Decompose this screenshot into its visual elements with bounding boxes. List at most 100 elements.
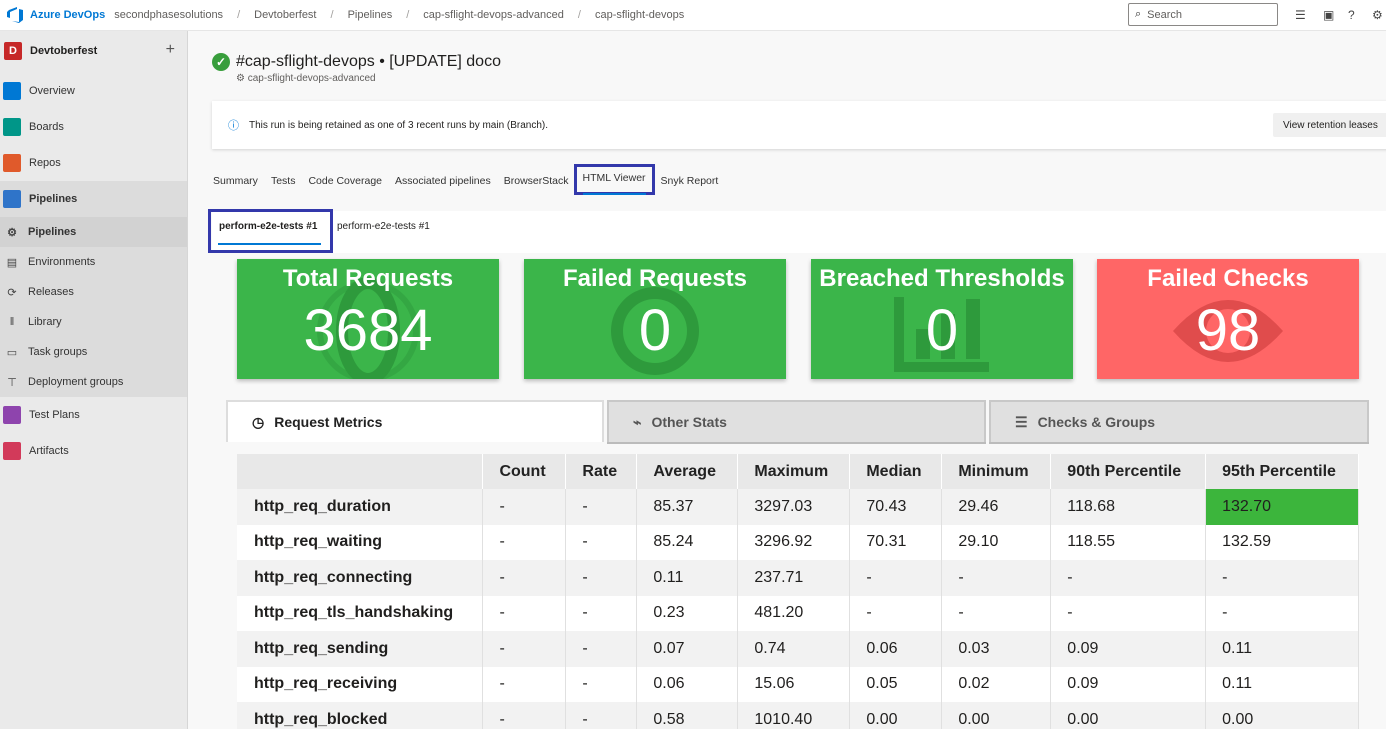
metric-value-cell: - [849,560,943,596]
metric-value-cell: - [565,595,638,631]
metric-value-cell: 0.00 [1050,702,1207,729]
sidebar-item-label: Pipelines [29,193,78,205]
report-subtabs: perform-e2e-tests #1 perform-e2e-tests #… [208,209,1386,253]
metric-value-cell: 0.00 [849,702,943,729]
pipelines-sub-icon: ⚙ [7,226,17,239]
breadcrumb-separator: / [330,9,334,21]
breadcrumb-pipeline[interactable]: cap-sflight-devops [595,9,684,21]
test-plans-icon [3,406,21,424]
breadcrumb-pipelines[interactable]: Pipelines [348,9,393,21]
metric-value-cell: 0.00 [1205,702,1359,729]
sidebar-subitem-library[interactable]: ‖ Library [0,307,187,337]
tab-tests[interactable]: Tests [271,167,296,195]
breached-thresholds-card: Breached Thresholds 0 [811,259,1073,379]
subtab-perform-e2e-tests-active[interactable]: perform-e2e-tests #1 [208,209,333,253]
tab-other-stats[interactable]: ⌁ Other Stats [607,400,986,442]
card-value: 3684 [303,298,433,363]
total-requests-card: Total Requests 3684 [237,259,499,379]
metric-name-cell: http_req_duration [237,489,484,525]
column-header: Minimum [941,454,1052,489]
tab-summary[interactable]: Summary [213,167,258,195]
chart-icon: ⌁ [633,413,642,430]
sidebar: D Devtoberfest + Overview Boards Repos P… [0,31,188,729]
breadcrumb-pipeline-folder[interactable]: cap-sflight-devops-advanced [423,9,564,21]
metric-value-cell: 481.20 [737,595,851,631]
run-header: ✓ #cap-sflight-devops • [UPDATE] doco [212,53,501,71]
azure-devops-logo[interactable]: Azure DevOps [6,6,105,24]
sidebar-item-artifacts[interactable]: Artifacts [0,433,187,469]
metric-value-cell: - [565,524,638,560]
sidebar-subitem-pipelines[interactable]: ⚙ Pipelines [0,217,187,247]
metric-value-cell: - [482,524,567,560]
metric-value-cell: 29.46 [941,489,1052,525]
table-row: http_req_waiting - -85.24 3296.92 70.31 29.10… [237,524,1359,560]
metric-name-cell: http_req_receiving [237,666,484,702]
sidebar-item-label: Artifacts [29,445,69,457]
metric-value-cell: 0.06 [636,666,739,702]
sidebar-subitem-deployment-groups[interactable]: ⊤ Deployment groups [0,367,187,397]
sidebar-item-label: Test Plans [29,409,80,421]
search-icon: ⌕ [1135,8,1142,20]
list-settings-icon[interactable]: ☰ [1295,8,1306,22]
sidebar-item-repos[interactable]: Repos [0,145,187,181]
breadcrumb-separator: / [577,9,581,21]
search-placeholder: Search [1147,8,1183,21]
column-header: Average [636,454,739,489]
tab-html-viewer[interactable]: HTML Viewer [573,164,655,195]
breadcrumb-org[interactable]: secondphasesolutions [114,9,223,21]
sidebar-subitem-label: Pipelines [28,226,77,238]
card-title: Breached Thresholds [819,265,1065,292]
search-input[interactable]: ⌕ Search [1128,3,1278,26]
sidebar-item-pipelines[interactable]: Pipelines [0,181,187,217]
tab-request-metrics[interactable]: ◷ Request Metrics [226,400,604,442]
pipeline-icon: ⚙ [236,73,248,84]
sidebar-subitem-environments[interactable]: ▤ Environments [0,247,187,277]
metric-value-cell: 0.09 [1050,666,1207,702]
tab-browserstack[interactable]: BrowserStack [504,167,569,195]
new-item-plus-icon[interactable]: + [166,41,175,59]
sidebar-subitem-label: Task groups [28,346,88,358]
sidebar-subitem-label: Deployment groups [28,376,124,388]
run-subtitle[interactable]: ⚙ cap-sflight-devops-advanced [236,73,376,84]
project-name: Devtoberfest [30,45,98,57]
table-row: http_req_duration - -85.37 3297.03 70.43 29.4… [237,489,1359,525]
metric-value-cell: 70.43 [849,489,943,525]
metric-value-cell: 118.55 [1050,524,1207,560]
sidebar-item-test-plans[interactable]: Test Plans [0,397,187,433]
task-groups-icon: ▭ [6,346,18,359]
table-row: http_req_tls_handshaking - -0.23 481.20- - - - [237,595,1359,631]
failed-requests-card: Failed Requests 0 [524,259,786,379]
help-icon[interactable]: ? [1348,8,1355,22]
card-title: Failed Checks [1147,265,1309,292]
metric-value-cell: 0.58 [636,702,739,729]
retention-banner: ⓘ This run is being retained as one of 3… [212,101,1386,149]
tab-code-coverage[interactable]: Code Coverage [308,167,382,195]
metric-value-cell: - [941,595,1052,631]
sidebar-item-label: Repos [29,157,61,169]
top-bar: Azure DevOps secondphasesolutions / Devt… [0,0,1386,31]
sidebar-subitem-releases[interactable]: ⟳ Releases [0,277,187,307]
sidebar-subitem-task-groups[interactable]: ▭ Task groups [0,337,187,367]
shopping-bag-icon[interactable]: ▣ [1323,8,1334,22]
subtab-perform-e2e-tests[interactable]: perform-e2e-tests #1 [337,221,430,232]
html-viewer-panel: perform-e2e-tests #1 perform-e2e-tests #… [208,209,1386,729]
metric-value-cell: - [482,489,567,525]
pipelines-icon [3,190,21,208]
metric-value-cell: 70.31 [849,524,943,560]
subtab-label: perform-e2e-tests #1 [219,221,318,232]
breadcrumb-project[interactable]: Devtoberfest [254,9,316,21]
tab-checks-and-groups[interactable]: ☰ Checks & Groups [989,400,1369,442]
metric-name-cell: http_req_sending [237,631,484,667]
success-check-icon: ✓ [212,53,230,71]
artifacts-icon [3,442,21,460]
metric-value-cell: - [565,666,638,702]
tab-associated-pipelines[interactable]: Associated pipelines [395,167,491,195]
sidebar-item-boards[interactable]: Boards [0,109,187,145]
project-header[interactable]: D Devtoberfest [0,31,187,71]
table-row: http_req_blocked - -0.58 1010.40 0.00 0.00 0.0… [237,702,1359,729]
sidebar-item-overview[interactable]: Overview [0,73,187,109]
view-retention-leases-button[interactable]: View retention leases [1273,113,1386,137]
user-settings-icon[interactable]: ⚙ [1372,8,1383,22]
metric-value-cell: 3296.92 [737,524,851,560]
tab-snyk-report[interactable]: Snyk Report [661,167,719,195]
